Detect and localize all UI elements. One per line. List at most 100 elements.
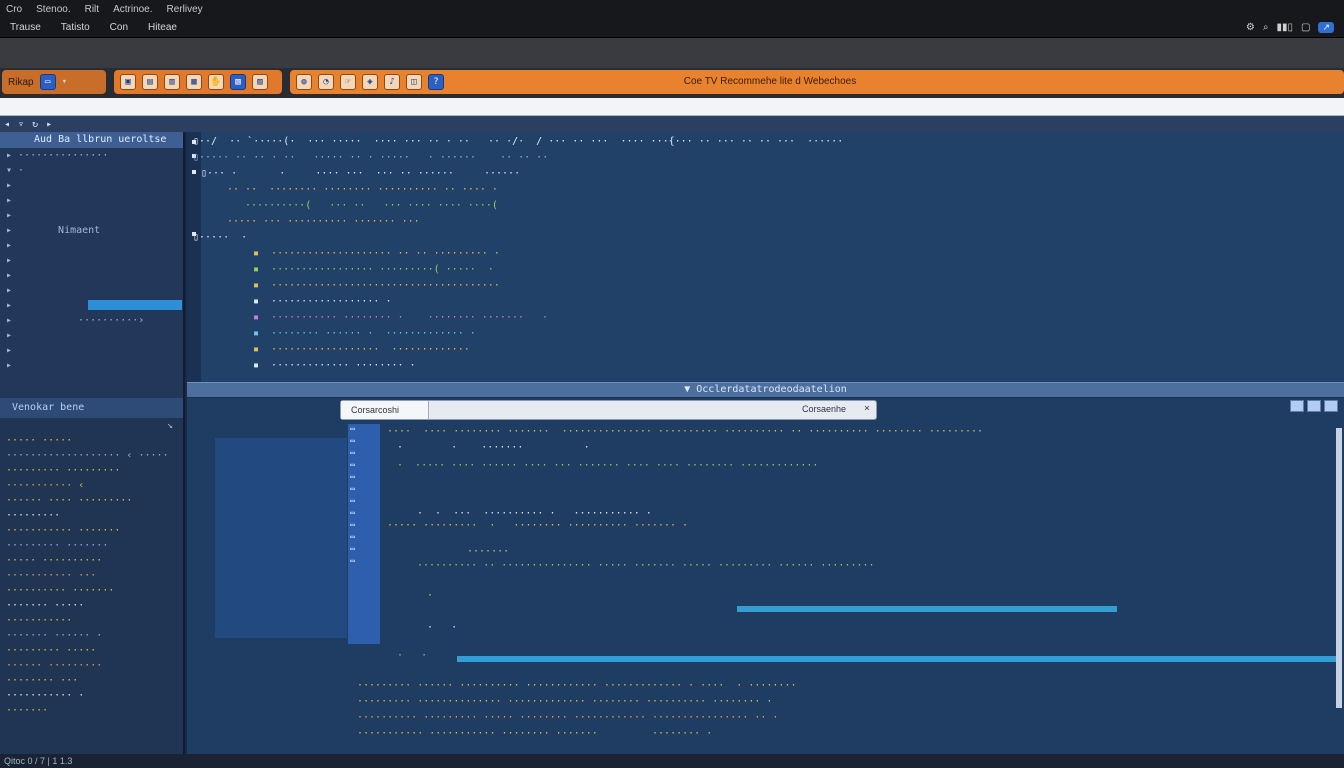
outline-item[interactable]: ·········· ······· — [0, 583, 183, 598]
menu-icon[interactable] — [1324, 400, 1338, 412]
close-icon[interactable]: × — [864, 403, 870, 414]
code-line: ··········( ··· ·· ··· ···· ···· ····( — [245, 200, 498, 211]
tree-item[interactable]: ▸ — [0, 283, 183, 298]
outline-item[interactable]: ······· ······ · — [0, 628, 183, 643]
code-line: · — [427, 590, 434, 601]
tree-item[interactable]: ▸ — [0, 178, 183, 193]
outline-item[interactable]: ····· ····· — [0, 433, 183, 448]
code-line: ·········· ·· ··············· ····· ····… — [417, 560, 875, 571]
chevron-down-icon[interactable]: ▾ — [62, 77, 67, 87]
breakpoint-icon[interactable] — [192, 170, 196, 174]
save-icon[interactable]: ▥ — [164, 74, 180, 90]
collapse-icon[interactable]: ◂ — [4, 119, 10, 130]
outline-item[interactable]: ··········· — [0, 613, 183, 628]
tree-item[interactable]: ▸ Nimaent — [0, 223, 183, 238]
outline-item[interactable]: ··········· ‹ — [0, 478, 183, 493]
hand-icon[interactable]: ✋ — [208, 74, 224, 90]
outline-item[interactable]: ········· ······· — [0, 538, 183, 553]
outline-item[interactable]: ········· — [0, 508, 183, 523]
outline-panel: Venokar bene ↘ ····· ····· ·············… — [0, 398, 185, 754]
code-line: ▪ ·················· · — [253, 296, 392, 307]
search-icon[interactable]: ⌕ — [1263, 22, 1269, 33]
menu-item-4[interactable]: Actrinoe. — [113, 4, 152, 15]
build-icon[interactable]: ▧ — [230, 74, 246, 90]
find-input[interactable]: Corsarcoshi — [341, 401, 429, 419]
run-config-icon[interactable]: ▭ — [39, 74, 56, 90]
refresh-icon[interactable]: ↻ — [32, 119, 38, 130]
debug-icon[interactable]: ▨ — [252, 74, 268, 90]
filter-icon[interactable]: ▿ — [18, 119, 24, 130]
code-line: ·· ·· ········ ········ ·········· ·· ··… — [227, 184, 498, 195]
tree-item[interactable]: ▸ — [0, 343, 183, 358]
outline-item[interactable]: ········· ····· — [0, 643, 183, 658]
maximize-icon[interactable] — [1307, 400, 1321, 412]
scrollbar[interactable] — [1336, 428, 1342, 708]
menu-item-9[interactable]: Hiteae — [148, 22, 177, 33]
new-file-icon[interactable]: ▣ — [120, 74, 136, 90]
tree-item[interactable]: ▸ — [0, 358, 183, 373]
symbol-list[interactable] — [215, 438, 347, 638]
code-line: ········· ······ ·········· ············… — [357, 680, 797, 691]
outline-item[interactable]: ······· ····· — [0, 598, 183, 613]
tab-strip — [0, 38, 1344, 68]
split-icon[interactable] — [1290, 400, 1304, 412]
menu-item-6[interactable]: Trause — [10, 22, 41, 33]
tree-item[interactable]: ▸ — [0, 268, 183, 283]
code-editor-top[interactable]: ▯··/ ·· `·····(· ··· ····· ···· ··· ·· ·… — [187, 132, 1344, 382]
open-folder-icon[interactable]: ▤ — [142, 74, 158, 90]
tree-item[interactable]: ▸ — [0, 238, 183, 253]
code-line: ▯··· · · ···· ··· ··· ·· ······ ······ — [201, 168, 521, 179]
split-divider[interactable]: ▼ Occlerdatatrodeodaatelion — [187, 382, 1344, 398]
outline-item[interactable]: ········ ··· — [0, 673, 183, 688]
sound-icon[interactable]: ♪ — [384, 74, 400, 90]
outline-item[interactable]: ··········· ······· — [0, 523, 183, 538]
find-options-dropdown[interactable]: Corsaenhe — [802, 404, 846, 414]
window-controls: ⚙ ⌕ ▮▮▯ ▢ ↗ — [1246, 20, 1334, 34]
tree-item[interactable]: ▸ — [0, 208, 183, 223]
menu-item-5[interactable]: Rerlivey — [167, 4, 203, 15]
project-label[interactable]: Rikap — [8, 77, 34, 88]
code-editor-bottom[interactable]: Corsarcoshi Corsaenhe × ▭ ▭ ▭ ▭ ▭ ▭ ▭ ▭ ▭ ▭ ▭ ▭ … — [187, 398, 1344, 754]
share-button[interactable]: ↗ — [1318, 21, 1334, 33]
tag-icon[interactable]: ◈ — [362, 74, 378, 90]
tree-item[interactable]: ▾ · — [0, 163, 183, 178]
tree-item[interactable]: ▸ — [0, 193, 183, 208]
puzzle-icon[interactable]: ◫ — [406, 74, 422, 90]
globe-icon[interactable]: ◍ — [296, 74, 312, 90]
tree-item[interactable]: ▸ — [0, 328, 183, 343]
menu-item-1[interactable]: Cro — [6, 4, 22, 15]
code-line: ▪ ················· ·········( ····· · — [253, 264, 494, 275]
menu-item-8[interactable]: Con — [110, 22, 128, 33]
settings-icon[interactable]: ⚙ — [1246, 22, 1255, 33]
outline-item[interactable]: ······ ········· — [0, 658, 183, 673]
outline-item[interactable]: ····· ·········· — [0, 553, 183, 568]
help-icon[interactable]: ? — [428, 74, 444, 90]
code-line: · · — [427, 622, 458, 633]
menu-item-3[interactable]: Rilt — [85, 4, 99, 15]
code-line: ▯····· · — [193, 232, 248, 243]
outline-item[interactable]: ··········· ··· — [0, 568, 183, 583]
address-bar[interactable] — [0, 98, 1344, 116]
outline-item[interactable]: ··········· · — [0, 688, 183, 703]
outline-item[interactable]: ······· — [0, 703, 183, 718]
code-line: · · — [397, 650, 428, 661]
code-line: ···· ···· ········ ······· ·············… — [387, 426, 984, 437]
code-line: ····· ··· ·········· ······· ··· — [227, 216, 420, 227]
tree-item[interactable]: ▸ ··············· — [0, 148, 183, 163]
toolbar-group-run: ◍ ◔ ☞ ◈ ♪ ◫ ? Coe TV Recommehe lite d We… — [290, 70, 1344, 94]
outline-item[interactable]: ········· ········· — [0, 463, 183, 478]
hand-pointer-icon[interactable]: ☞ — [340, 74, 356, 90]
expand-icon[interactable]: ▸ — [46, 119, 52, 130]
outline-item[interactable]: ··················· ‹ ····· — [0, 448, 183, 463]
tree-item[interactable]: ▸ ··········› — [0, 313, 183, 328]
tree-item[interactable]: ▸ — [0, 253, 183, 268]
outline-item[interactable]: ······ ···· ········· — [0, 493, 183, 508]
lock-icon: ▢ — [1301, 21, 1311, 33]
menu-item-2[interactable]: Stenoo. — [36, 4, 70, 15]
menu-item-7[interactable]: Tatisto — [61, 22, 90, 33]
code-line: ·········· ········· ····· ········ ····… — [357, 712, 779, 723]
close-icon[interactable]: ↘ — [0, 418, 183, 433]
tree-item-label: Nimaent — [58, 225, 101, 236]
copy-icon[interactable]: ▦ — [186, 74, 202, 90]
bell-icon[interactable]: ◔ — [318, 74, 334, 90]
